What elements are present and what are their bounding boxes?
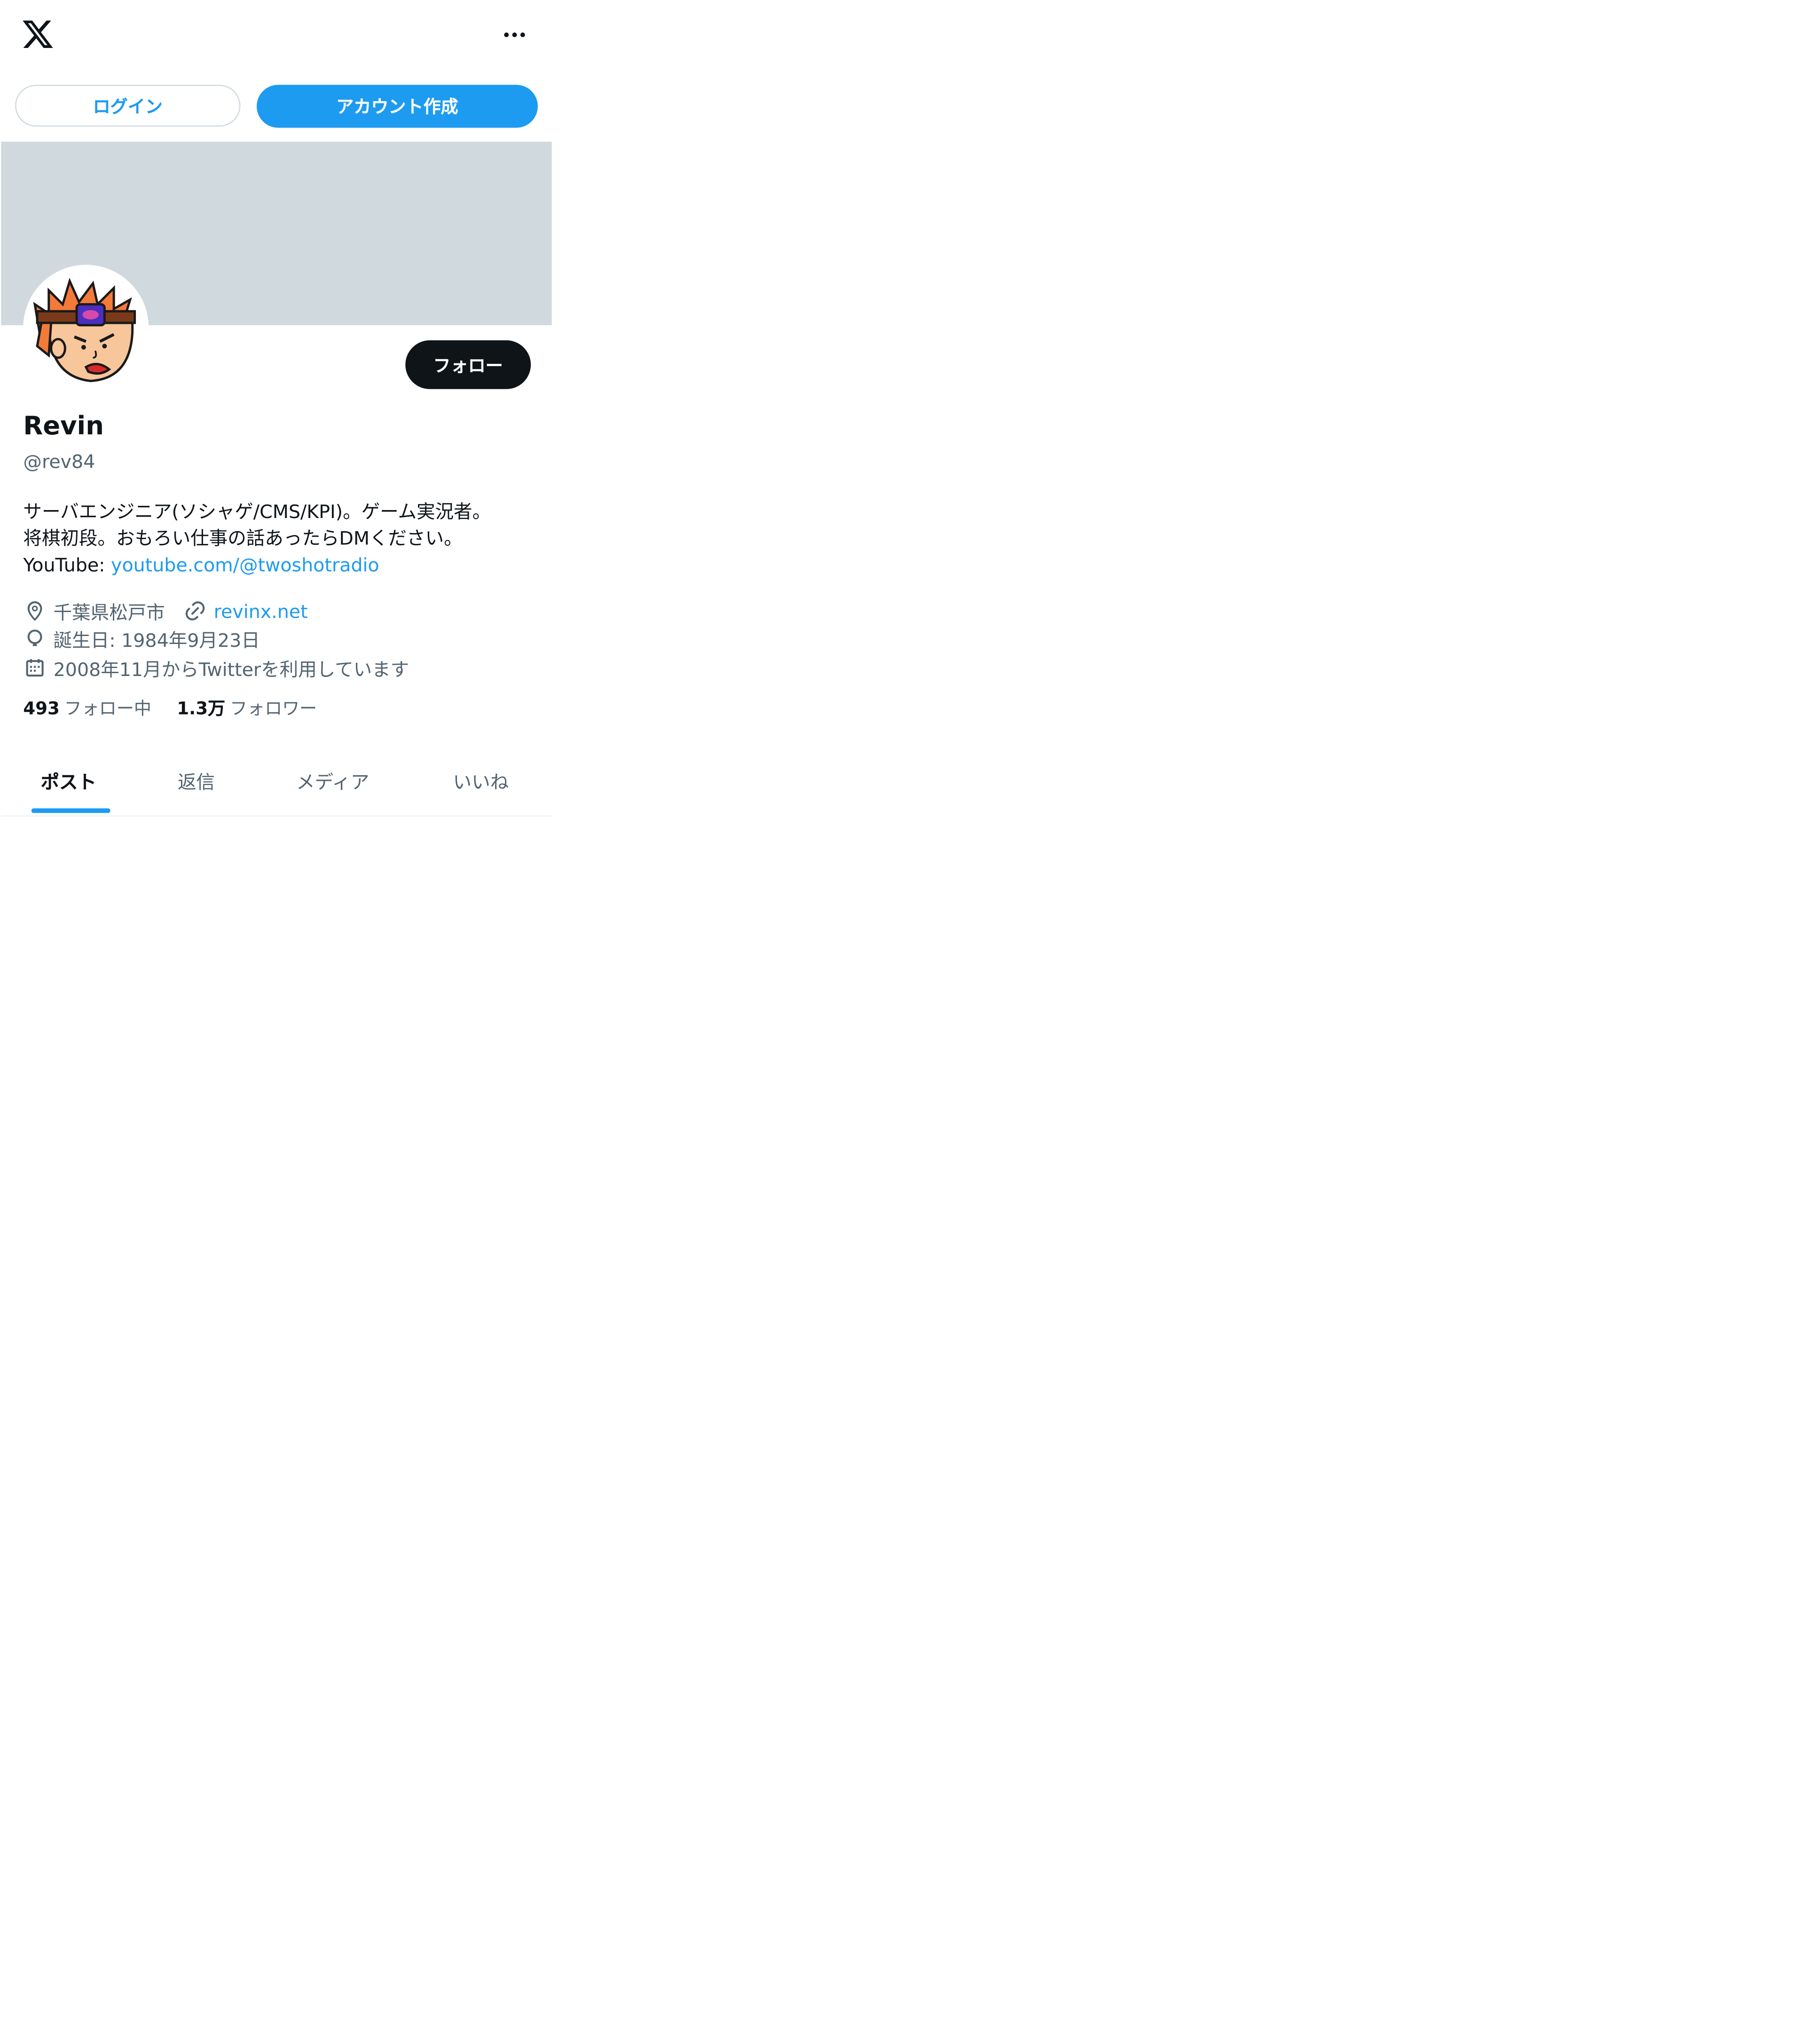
bio-line: 将棋初段。おもろい仕事の話あったらDMください。 <box>23 527 463 550</box>
login-button[interactable]: ログイン <box>15 85 241 127</box>
signup-button[interactable]: アカウント作成 <box>257 85 538 128</box>
bio-line: YouTube: youtube.com/@twoshotradio <box>23 552 534 579</box>
profile-page: ログイン アカウント作成 フォロー Revin @rev84 サーバエンジニア(… <box>0 0 1370 2044</box>
profile-bio: サーバエンジニア(ソシャゲ/CMS/KPI)。ゲーム実況者。 将棋初段。おもろい… <box>23 498 534 578</box>
profile-handle: @rev84 <box>23 450 95 473</box>
more-horizontal-icon[interactable] <box>498 21 531 48</box>
tab-media[interactable]: メディア <box>296 767 369 794</box>
follow-stats: 493 フォロー中 1.3万 フォロワー <box>23 696 317 720</box>
bio-line: サーバエンジニア(ソシャゲ/CMS/KPI)。ゲーム実況者。 <box>23 500 491 523</box>
profile-meta-row: 2008年11月からTwitterを利用しています <box>23 654 409 682</box>
app: ログイン アカウント作成 フォロー Revin @rev84 サーバエンジニア(… <box>0 0 555 827</box>
followers-count: 1.3万 <box>177 698 226 719</box>
website-link[interactable]: revinx.net <box>214 600 308 622</box>
profile-tabs: ポスト 返信 メディア いいね <box>1 753 552 817</box>
tab-posts[interactable]: ポスト <box>40 767 96 794</box>
joined-text: 2008年11月からTwitterを利用しています <box>53 658 409 681</box>
tab-likes[interactable]: いいね <box>453 767 509 794</box>
x-logo-icon[interactable] <box>21 17 55 51</box>
following-stat[interactable]: 493 フォロー中 <box>23 696 151 720</box>
link-icon <box>185 601 205 621</box>
bio-youtube-prefix: YouTube: <box>23 554 111 576</box>
profile-name: Revin <box>23 412 104 441</box>
top-bar <box>0 0 552 72</box>
profile-meta-row: 千葉県松戸市 revinx.net <box>23 597 308 625</box>
tab-replies[interactable]: 返信 <box>178 767 215 794</box>
birthday-text: 誕生日: 1984年9月23日 <box>53 629 260 652</box>
follow-button[interactable]: フォロー <box>405 340 531 389</box>
location-text: 千葉県松戸市 <box>53 601 165 624</box>
avatar[interactable] <box>23 265 149 391</box>
following-label: フォロー中 <box>64 698 151 719</box>
followers-label: フォロワー <box>229 698 317 719</box>
balloon-icon <box>27 629 42 646</box>
active-tab-indicator <box>31 808 110 813</box>
followers-stat[interactable]: 1.3万 フォロワー <box>177 696 317 720</box>
youtube-link[interactable]: youtube.com/@twoshotradio <box>111 554 379 576</box>
avatar-illustration <box>23 265 149 391</box>
following-count: 493 <box>23 698 60 719</box>
location-icon <box>27 601 42 621</box>
website-meta: revinx.net <box>183 599 308 622</box>
calendar-icon <box>26 659 44 677</box>
profile-meta-row: 誕生日: 1984年9月23日 <box>23 625 260 653</box>
